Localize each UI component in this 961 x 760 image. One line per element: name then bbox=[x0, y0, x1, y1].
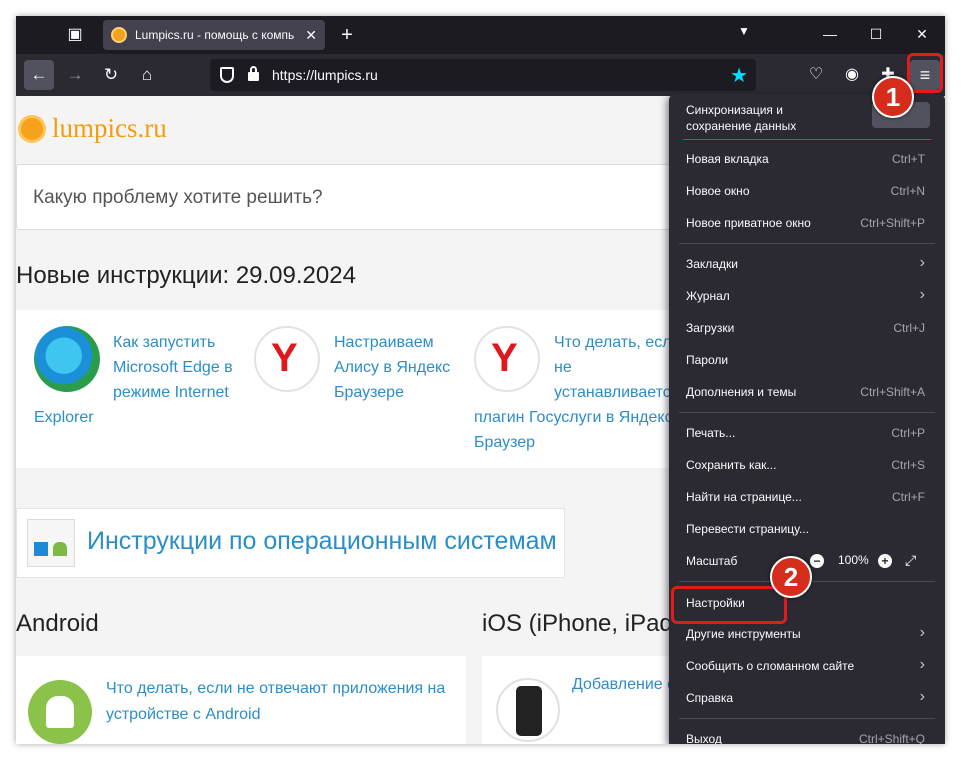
new-instructions-heading: Новые инструкции: 29.09.2024 bbox=[16, 262, 356, 289]
search-placeholder: Какую проблему хотите решить? bbox=[33, 187, 323, 208]
url-text[interactable]: https://lumpics.ru bbox=[272, 67, 378, 83]
chevron-right-icon: › bbox=[919, 688, 925, 705]
tab-strip: ▣ Lumpics.ru - помощь с компь ✕ + ▼ — ☐ … bbox=[16, 16, 945, 54]
divider bbox=[679, 412, 935, 413]
shield-icon[interactable] bbox=[220, 67, 234, 83]
zoom-level[interactable]: 100% bbox=[838, 553, 869, 567]
menu-item-passwords[interactable]: Пароли bbox=[669, 345, 945, 375]
pocket-icon[interactable]: ♡ bbox=[804, 63, 828, 87]
tab-list-icon[interactable]: ▣ bbox=[62, 23, 88, 47]
sync-text[interactable]: Синхронизация и сохранение данных bbox=[686, 102, 846, 134]
card-title[interactable]: Добавление с bbox=[572, 676, 675, 694]
android-article-card[interactable]: Что делать, если не отвечают приложения … bbox=[16, 656, 466, 744]
browser-window: ▣ Lumpics.ru - помощь с компь ✕ + ▼ — ☐ … bbox=[16, 16, 945, 744]
orange-logo-icon bbox=[18, 114, 46, 143]
window-close-icon[interactable]: ✕ bbox=[899, 16, 945, 52]
card-title[interactable]: Настраиваем Алису в Яндекс Браузере bbox=[334, 330, 450, 405]
card-title[interactable]: Как запустить Microsoft Edge в режиме In… bbox=[113, 330, 233, 405]
menu-item-find[interactable]: Найти на странице... Ctrl+F bbox=[669, 482, 945, 512]
step-badge-2: 2 bbox=[770, 556, 812, 598]
android-heading: Android bbox=[16, 610, 99, 637]
url-bar[interactable]: https://lumpics.ru ★ bbox=[210, 59, 756, 91]
menu-item-new-tab[interactable]: Новая вкладка Ctrl+T bbox=[669, 144, 945, 174]
chevron-down-icon[interactable]: ▼ bbox=[738, 24, 750, 38]
forward-arrow-icon[interactable]: → bbox=[60, 60, 90, 90]
minimize-icon[interactable]: — bbox=[807, 16, 853, 52]
menu-item-exit[interactable]: Выход Ctrl+Shift+Q bbox=[669, 724, 945, 744]
zoom-in-button[interactable]: + bbox=[878, 554, 892, 568]
menu-item-addons[interactable]: Дополнения и темы Ctrl+Shift+A bbox=[669, 377, 945, 407]
app-menu: Синхронизация и сохранение данных Новая … bbox=[669, 94, 945, 744]
divider bbox=[679, 718, 935, 719]
chevron-right-icon: › bbox=[919, 656, 925, 673]
divider bbox=[683, 139, 931, 140]
chevron-right-icon: › bbox=[919, 254, 925, 271]
menu-item-save-as[interactable]: Сохранить как... Ctrl+S bbox=[669, 450, 945, 480]
star-icon[interactable]: ★ bbox=[730, 63, 748, 88]
menu-item-print[interactable]: Печать... Ctrl+P bbox=[669, 418, 945, 448]
ios-heading: iOS (iPhone, iPad) bbox=[482, 610, 681, 637]
tab-lumpics[interactable]: Lumpics.ru - помощь с компь ✕ bbox=[103, 20, 325, 50]
chevron-right-icon: › bbox=[919, 624, 925, 641]
edge-icon bbox=[34, 326, 100, 392]
yandex-browser-icon: Y bbox=[254, 326, 320, 392]
divider bbox=[679, 243, 935, 244]
back-arrow-icon[interactable]: ← bbox=[24, 60, 54, 90]
lock-icon[interactable] bbox=[248, 66, 259, 81]
home-icon[interactable]: ⌂ bbox=[132, 60, 162, 90]
tab-title: Lumpics.ru - помощь с компь bbox=[135, 28, 295, 42]
maximize-icon[interactable]: ☐ bbox=[853, 16, 899, 52]
account-icon[interactable]: ◉ bbox=[840, 63, 864, 87]
menu-item-help[interactable]: Справка › bbox=[669, 683, 945, 713]
card-title-tail[interactable]: Explorer bbox=[34, 405, 94, 430]
menu-item-private-window[interactable]: Новое приватное окно Ctrl+Shift+P bbox=[669, 208, 945, 238]
ios-article-card[interactable]: Добавление с bbox=[482, 656, 682, 744]
step-badge-1: 1 bbox=[872, 76, 914, 118]
fullscreen-icon[interactable]: ⤢ bbox=[905, 552, 916, 569]
menu-item-report-site[interactable]: Сообщить о сломанном сайте › bbox=[669, 651, 945, 681]
new-tab-button[interactable]: + bbox=[334, 22, 360, 48]
os-logo-icon bbox=[27, 519, 75, 567]
chevron-right-icon: › bbox=[919, 286, 925, 303]
highlight-settings bbox=[671, 586, 787, 624]
menu-item-downloads[interactable]: Загрузки Ctrl+J bbox=[669, 313, 945, 343]
logo-text: lumpics.ru bbox=[52, 113, 167, 143]
card-title[interactable]: Что делать, если не отвечают приложения … bbox=[106, 676, 456, 728]
android-icon bbox=[28, 680, 92, 744]
menu-item-bookmarks[interactable]: Закладки › bbox=[669, 249, 945, 279]
card-title-tail[interactable]: плагин Госуслуги в Яндекс Браузер bbox=[474, 405, 673, 455]
os-instructions-block[interactable]: Инструкции по операционным системам bbox=[16, 508, 565, 578]
os-title[interactable]: Инструкции по операционным системам bbox=[87, 527, 557, 556]
yandex-browser-icon: Y bbox=[474, 326, 540, 392]
favicon-icon bbox=[111, 27, 127, 43]
site-logo[interactable]: lumpics.ru bbox=[18, 113, 167, 144]
close-icon[interactable]: ✕ bbox=[305, 27, 317, 44]
iphone-icon bbox=[496, 678, 560, 742]
menu-item-new-window[interactable]: Новое окно Ctrl+N bbox=[669, 176, 945, 206]
reload-icon[interactable]: ↻ bbox=[96, 60, 126, 90]
nav-toolbar: ← → ↻ ⌂ https://lumpics.ru ★ ♡ ◉ ✚ ≡ bbox=[16, 54, 945, 96]
zoom-out-button[interactable]: − bbox=[810, 554, 824, 568]
menu-item-translate[interactable]: Перевести страницу... bbox=[669, 514, 945, 544]
menu-item-history[interactable]: Журнал › bbox=[669, 281, 945, 311]
card-title[interactable]: Что делать, если не устанавливается bbox=[554, 330, 680, 405]
highlight-menu-button bbox=[907, 53, 943, 93]
